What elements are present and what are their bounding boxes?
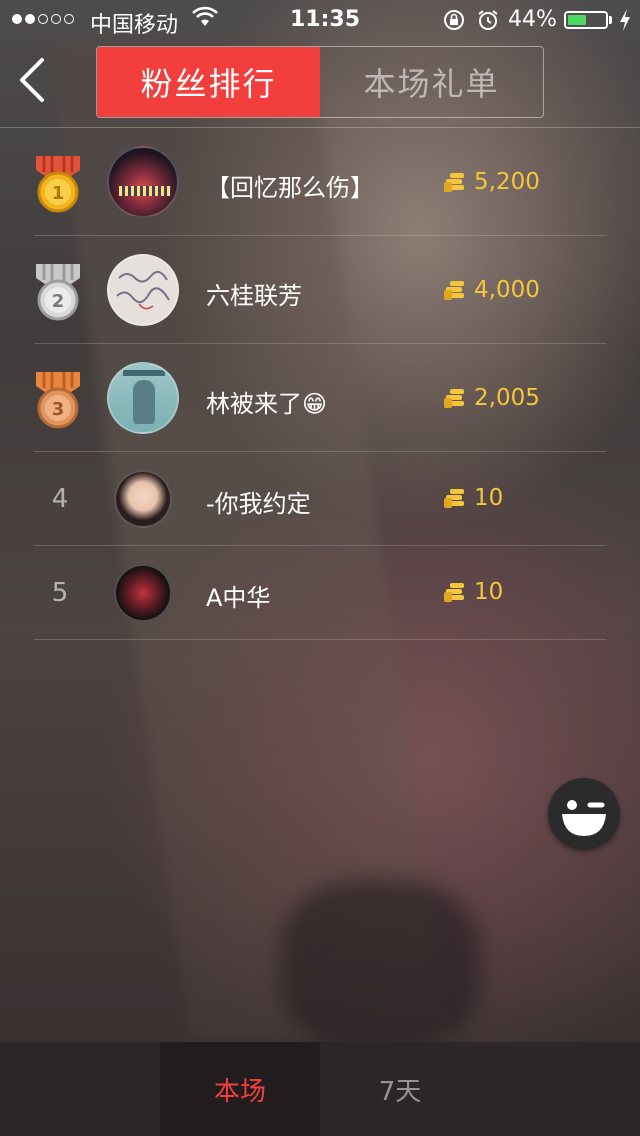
row-divider: [34, 639, 606, 640]
battery-icon: [564, 11, 608, 29]
carrier-name: 中国移动: [90, 13, 179, 38]
fan-name: 林被来了😁: [206, 390, 328, 418]
status-bar: 中国移动 11:35 44%: [0, 0, 640, 40]
fan-name: 六桂联芳: [206, 282, 302, 310]
coin-icon: [444, 281, 464, 300]
list-item[interactable]: 2 六桂联芳 4,000: [0, 236, 640, 344]
fan-ranking-list: 1 【回忆那么伤】 5,200 2 六桂联芳 4,000 3 林被来了😁 2,0…: [0, 128, 640, 640]
tab-this-session[interactable]: 本场: [160, 1042, 320, 1136]
avatar[interactable]: [114, 470, 172, 528]
gold-medal-icon: 1: [36, 156, 80, 213]
tab-seven-days[interactable]: 7天: [320, 1042, 480, 1136]
svg-text:3: 3: [52, 399, 65, 420]
rotation-lock-icon: [444, 10, 464, 30]
back-icon[interactable]: [14, 56, 54, 104]
list-item[interactable]: 3 林被来了😁 2,005: [0, 344, 640, 452]
avatar[interactable]: [114, 564, 172, 622]
coin-icon: [444, 489, 464, 508]
list-item[interactable]: 1 【回忆那么伤】 5,200: [0, 128, 640, 236]
gift-amount: 5,200: [474, 169, 540, 195]
svg-text:1: 1: [52, 183, 65, 204]
silver-medal-icon: 2: [36, 264, 80, 321]
bottom-tab-bar: 本场 7天: [0, 1042, 640, 1136]
list-item[interactable]: 4 -你我约定 10: [0, 452, 640, 546]
gift-amount: 10: [474, 579, 504, 605]
tab-gift-list[interactable]: 本场礼单: [320, 47, 543, 117]
segment-tabs: 粉丝排行 本场礼单: [96, 46, 544, 118]
avatar[interactable]: [107, 254, 179, 326]
fan-name: A中华: [206, 584, 271, 612]
coin-icon: [444, 389, 464, 408]
list-item[interactable]: 5 A中华 10: [0, 546, 640, 640]
bronze-medal-icon: 3: [36, 372, 80, 429]
rank-number: 5: [51, 578, 69, 608]
fan-name: -你我约定: [206, 490, 311, 518]
wifi-icon: [192, 6, 218, 26]
gift-amount: 4,000: [474, 277, 540, 303]
alarm-icon: [478, 10, 498, 30]
gift-amount: 10: [474, 485, 504, 511]
clock-time: 11:35: [290, 7, 361, 32]
avatar[interactable]: [107, 146, 179, 218]
fan-name: 【回忆那么伤】: [206, 174, 374, 202]
battery-percent: 44%: [508, 7, 557, 32]
tab-fan-ranking[interactable]: 粉丝排行: [97, 47, 320, 117]
svg-text:2: 2: [52, 291, 65, 312]
avatar[interactable]: [107, 362, 179, 434]
charging-bolt-icon: [620, 9, 630, 31]
signal-strength-icon: [12, 14, 74, 24]
emoji-button[interactable]: [548, 778, 620, 850]
gift-amount: 2,005: [474, 385, 540, 411]
battery-nub: [609, 16, 612, 24]
coin-icon: [444, 173, 464, 192]
coin-icon: [444, 583, 464, 602]
rank-number: 4: [51, 484, 69, 514]
wink-face-icon: [562, 800, 606, 836]
